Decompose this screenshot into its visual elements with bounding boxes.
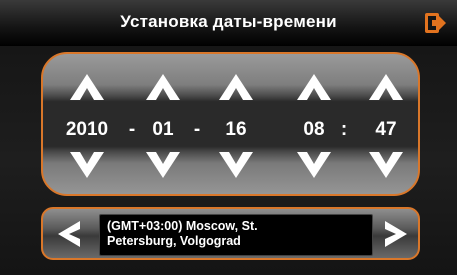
year-down-arrow-icon[interactable]: [67, 149, 107, 181]
month-down-arrow-icon[interactable]: [143, 149, 183, 181]
date-time-settings-screen: Установка даты-времени 2010 - 01 - 16 08…: [0, 0, 457, 275]
date-separator: -: [193, 119, 201, 140]
year-value: 2010: [65, 119, 109, 140]
day-up-arrow-icon[interactable]: [216, 71, 256, 103]
timezone-line-2: Petersburg, Volgograd: [107, 234, 241, 248]
time-separator: :: [340, 119, 348, 140]
hour-down-arrow-icon[interactable]: [294, 149, 334, 181]
title-bar: Установка даты-времени: [0, 0, 457, 46]
timezone-display: (GMT+03:00) Moscow, St. Petersburg, Volg…: [99, 214, 373, 256]
month-up-arrow-icon[interactable]: [143, 71, 183, 103]
hour-up-arrow-icon[interactable]: [294, 71, 334, 103]
timezone-next-arrow-icon[interactable]: [382, 219, 410, 249]
day-value: 16: [225, 119, 247, 140]
minute-value: 47: [375, 119, 397, 140]
month-value: 01: [152, 119, 174, 140]
date-time-panel: 2010 - 01 - 16 08 : 47: [41, 52, 420, 196]
timezone-line-1: (GMT+03:00) Moscow, St.: [107, 219, 258, 233]
minute-down-arrow-icon[interactable]: [366, 149, 406, 181]
timezone-panel: (GMT+03:00) Moscow, St. Petersburg, Volg…: [41, 207, 420, 260]
year-up-arrow-icon[interactable]: [67, 71, 107, 103]
page-title: Установка даты-времени: [120, 12, 337, 31]
minute-up-arrow-icon[interactable]: [366, 71, 406, 103]
exit-icon[interactable]: [423, 11, 447, 35]
day-down-arrow-icon[interactable]: [216, 149, 256, 181]
timezone-label: (GMT+03:00) Moscow, St. Petersburg, Volg…: [107, 219, 369, 249]
timezone-prev-arrow-icon[interactable]: [55, 219, 83, 249]
